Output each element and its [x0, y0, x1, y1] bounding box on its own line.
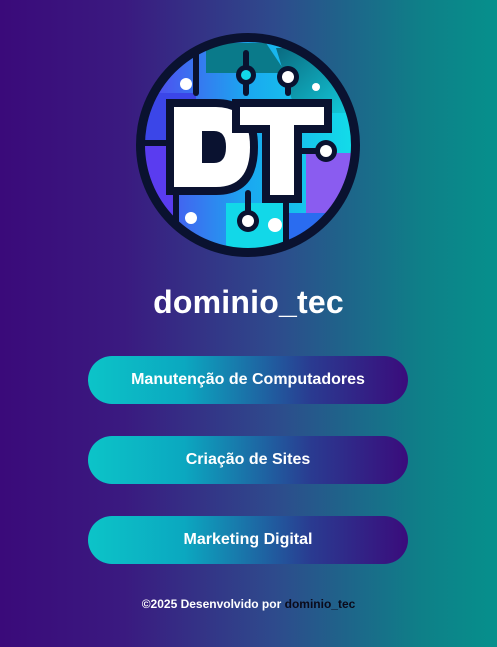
footer-prefix: ©2025 Desenvolvido por [141, 597, 285, 611]
footer: ©2025 Desenvolvido por dominio_tec [0, 597, 497, 611]
link-button-criacao-sites[interactable]: Criação de Sites [88, 436, 408, 484]
link-button-marketing-digital[interactable]: Marketing Digital [88, 516, 408, 564]
footer-brand: dominio_tec [284, 597, 356, 611]
site-title: dominio_tec [153, 284, 344, 320]
page: dominio_tec Manutenção de Computadores C… [0, 0, 497, 647]
link-button-manutencao[interactable]: Manutenção de Computadores [88, 356, 408, 404]
logo [136, 33, 360, 257]
dt-circuit-logo-icon [136, 33, 360, 257]
